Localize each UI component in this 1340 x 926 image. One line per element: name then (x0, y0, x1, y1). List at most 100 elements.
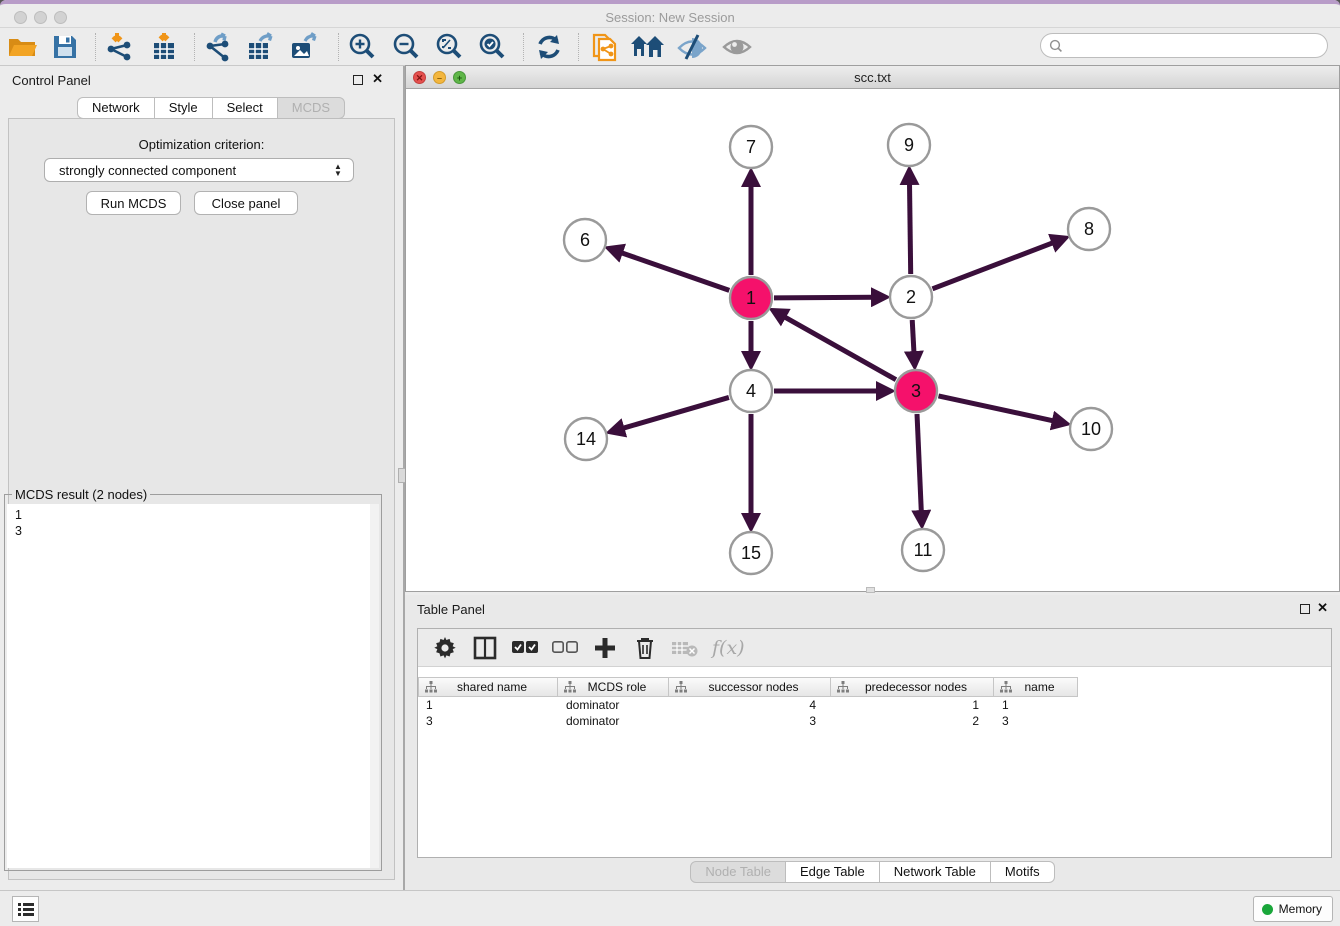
zoom-out-icon[interactable] (385, 31, 427, 63)
edge-1-to-6[interactable] (620, 252, 729, 290)
first-neighbors-icon[interactable] (627, 31, 669, 63)
import-network-icon[interactable] (98, 31, 140, 63)
table-row[interactable]: 1dominator411 (418, 697, 1331, 713)
float-panel-icon[interactable] (1300, 604, 1310, 614)
tab-network[interactable]: Network (77, 97, 155, 119)
main-toolbar (0, 28, 1340, 66)
svg-text:7: 7 (746, 137, 756, 157)
table-row[interactable]: 3dominator323 (418, 713, 1331, 729)
zoom-in-icon[interactable] (341, 31, 383, 63)
edge-1-to-2[interactable] (774, 297, 874, 298)
network-canvas[interactable]: 7 9 6 8 1 2 4 3 14 10 15 11 (406, 89, 1339, 591)
tab-mcds[interactable]: MCDS (278, 97, 345, 119)
column-header-predecessor-nodes[interactable]: predecessor nodes (831, 677, 994, 697)
graph-node-2[interactable]: 2 (890, 276, 932, 318)
edge-3-to-11[interactable] (917, 414, 921, 513)
graph-node-14[interactable]: 14 (565, 418, 607, 460)
task-list-icon (18, 902, 34, 916)
edge-2-to-3[interactable] (912, 320, 914, 354)
svg-text:4: 4 (746, 381, 756, 401)
run-mcds-button[interactable]: Run MCDS (86, 191, 181, 215)
status-bar: Memory (0, 890, 1340, 926)
graph-node-10[interactable]: 10 (1070, 408, 1112, 450)
svg-text:1: 1 (746, 288, 756, 308)
search-field[interactable] (1040, 33, 1328, 58)
table-panel-header: Table Panel ✕ (405, 595, 1340, 625)
edge-2-to-9[interactable] (909, 182, 910, 274)
graph-node-1[interactable]: 1 (730, 277, 772, 319)
cell: 1 (418, 697, 558, 713)
deselect-all-columns-icon[interactable] (552, 635, 578, 661)
network-title: scc.txt (406, 70, 1339, 85)
refresh-icon[interactable] (528, 31, 570, 63)
new-network-from-selection-icon[interactable] (584, 31, 626, 63)
function-builder-icon-disabled: f(x) (712, 637, 745, 659)
window-resize-handle[interactable] (866, 587, 875, 593)
close-panel-icon[interactable]: ✕ (372, 71, 383, 87)
select-all-columns-icon[interactable] (512, 635, 538, 661)
task-history-button[interactable] (12, 896, 39, 922)
edge-2-to-8[interactable] (932, 242, 1054, 289)
cell: 1 (831, 697, 994, 713)
export-table-icon[interactable] (240, 31, 282, 63)
tab-style[interactable]: Style (155, 97, 213, 119)
toolbar-divider (194, 33, 195, 61)
edge-3-to-1[interactable] (783, 316, 896, 380)
tab-edge-table[interactable]: Edge Table (786, 861, 880, 883)
cell: 3 (418, 713, 558, 729)
import-table-icon[interactable] (143, 31, 185, 63)
svg-text:9: 9 (904, 135, 914, 155)
svg-text:3: 3 (911, 381, 921, 401)
close-panel-button[interactable]: Close panel (194, 191, 298, 215)
graph-node-15[interactable]: 15 (730, 532, 772, 574)
column-header-shared-name[interactable]: shared name (418, 677, 558, 697)
search-input[interactable] (1063, 39, 1327, 53)
result-scrollbar[interactable] (370, 504, 379, 868)
graph-node-4[interactable]: 4 (730, 370, 772, 412)
open-folder-icon[interactable] (2, 31, 44, 63)
tab-node-table[interactable]: Node Table (690, 861, 786, 883)
dropdown-value: strongly connected component (59, 163, 236, 178)
session-title: Session: New Session (0, 10, 1340, 25)
table-panel-title: Table Panel (417, 602, 485, 617)
zoom-selected-icon[interactable] (471, 31, 513, 63)
export-image-icon[interactable] (283, 31, 325, 63)
mcds-result-list[interactable]: 1 3 (7, 504, 379, 868)
table-settings-icon[interactable] (432, 635, 458, 661)
show-all-icon[interactable] (716, 31, 758, 63)
hide-selected-icon[interactable] (671, 31, 713, 63)
column-header-MCDS-role[interactable]: MCDS role (558, 677, 669, 697)
graph-node-9[interactable]: 9 (888, 124, 930, 166)
svg-text:8: 8 (1084, 219, 1094, 239)
column-header-name[interactable]: name (994, 677, 1078, 697)
svg-text:10: 10 (1081, 419, 1101, 439)
graph-node-6[interactable]: 6 (564, 219, 606, 261)
graph-node-7[interactable]: 7 (730, 126, 772, 168)
edge-3-to-10[interactable] (938, 396, 1054, 421)
optimization-criterion-label: Optimization criterion: (0, 137, 403, 152)
tab-select[interactable]: Select (213, 97, 278, 119)
memory-button[interactable]: Memory (1253, 896, 1333, 922)
graph-node-3[interactable]: 3 (895, 370, 937, 412)
close-panel-icon[interactable]: ✕ (1317, 600, 1328, 616)
network-graph[interactable]: 7 9 6 8 1 2 4 3 14 10 15 11 (406, 89, 1339, 591)
export-network-icon[interactable] (197, 31, 239, 63)
sort-hierarchy-icon (837, 681, 849, 693)
graph-node-11[interactable]: 11 (902, 529, 944, 571)
graph-node-8[interactable]: 8 (1068, 208, 1110, 250)
zoom-fit-icon[interactable] (428, 31, 470, 63)
tab-network-table[interactable]: Network Table (880, 861, 991, 883)
tab-motifs[interactable]: Motifs (991, 861, 1055, 883)
float-panel-icon[interactable] (353, 75, 363, 85)
control-panel-tabs: NetworkStyleSelectMCDS (77, 97, 345, 119)
optimization-criterion-dropdown[interactable]: strongly connected component ▲▼ (44, 158, 354, 182)
cell: 3 (669, 713, 831, 729)
delete-column-icon[interactable] (632, 635, 658, 661)
add-column-icon[interactable] (592, 635, 618, 661)
table-toolbar: f(x) (418, 629, 1331, 667)
column-header-successor-nodes[interactable]: successor nodes (669, 677, 831, 697)
save-icon[interactable] (44, 31, 86, 63)
column-panel-icon[interactable] (472, 635, 498, 661)
search-icon (1049, 39, 1063, 53)
edge-4-to-14[interactable] (622, 397, 729, 428)
